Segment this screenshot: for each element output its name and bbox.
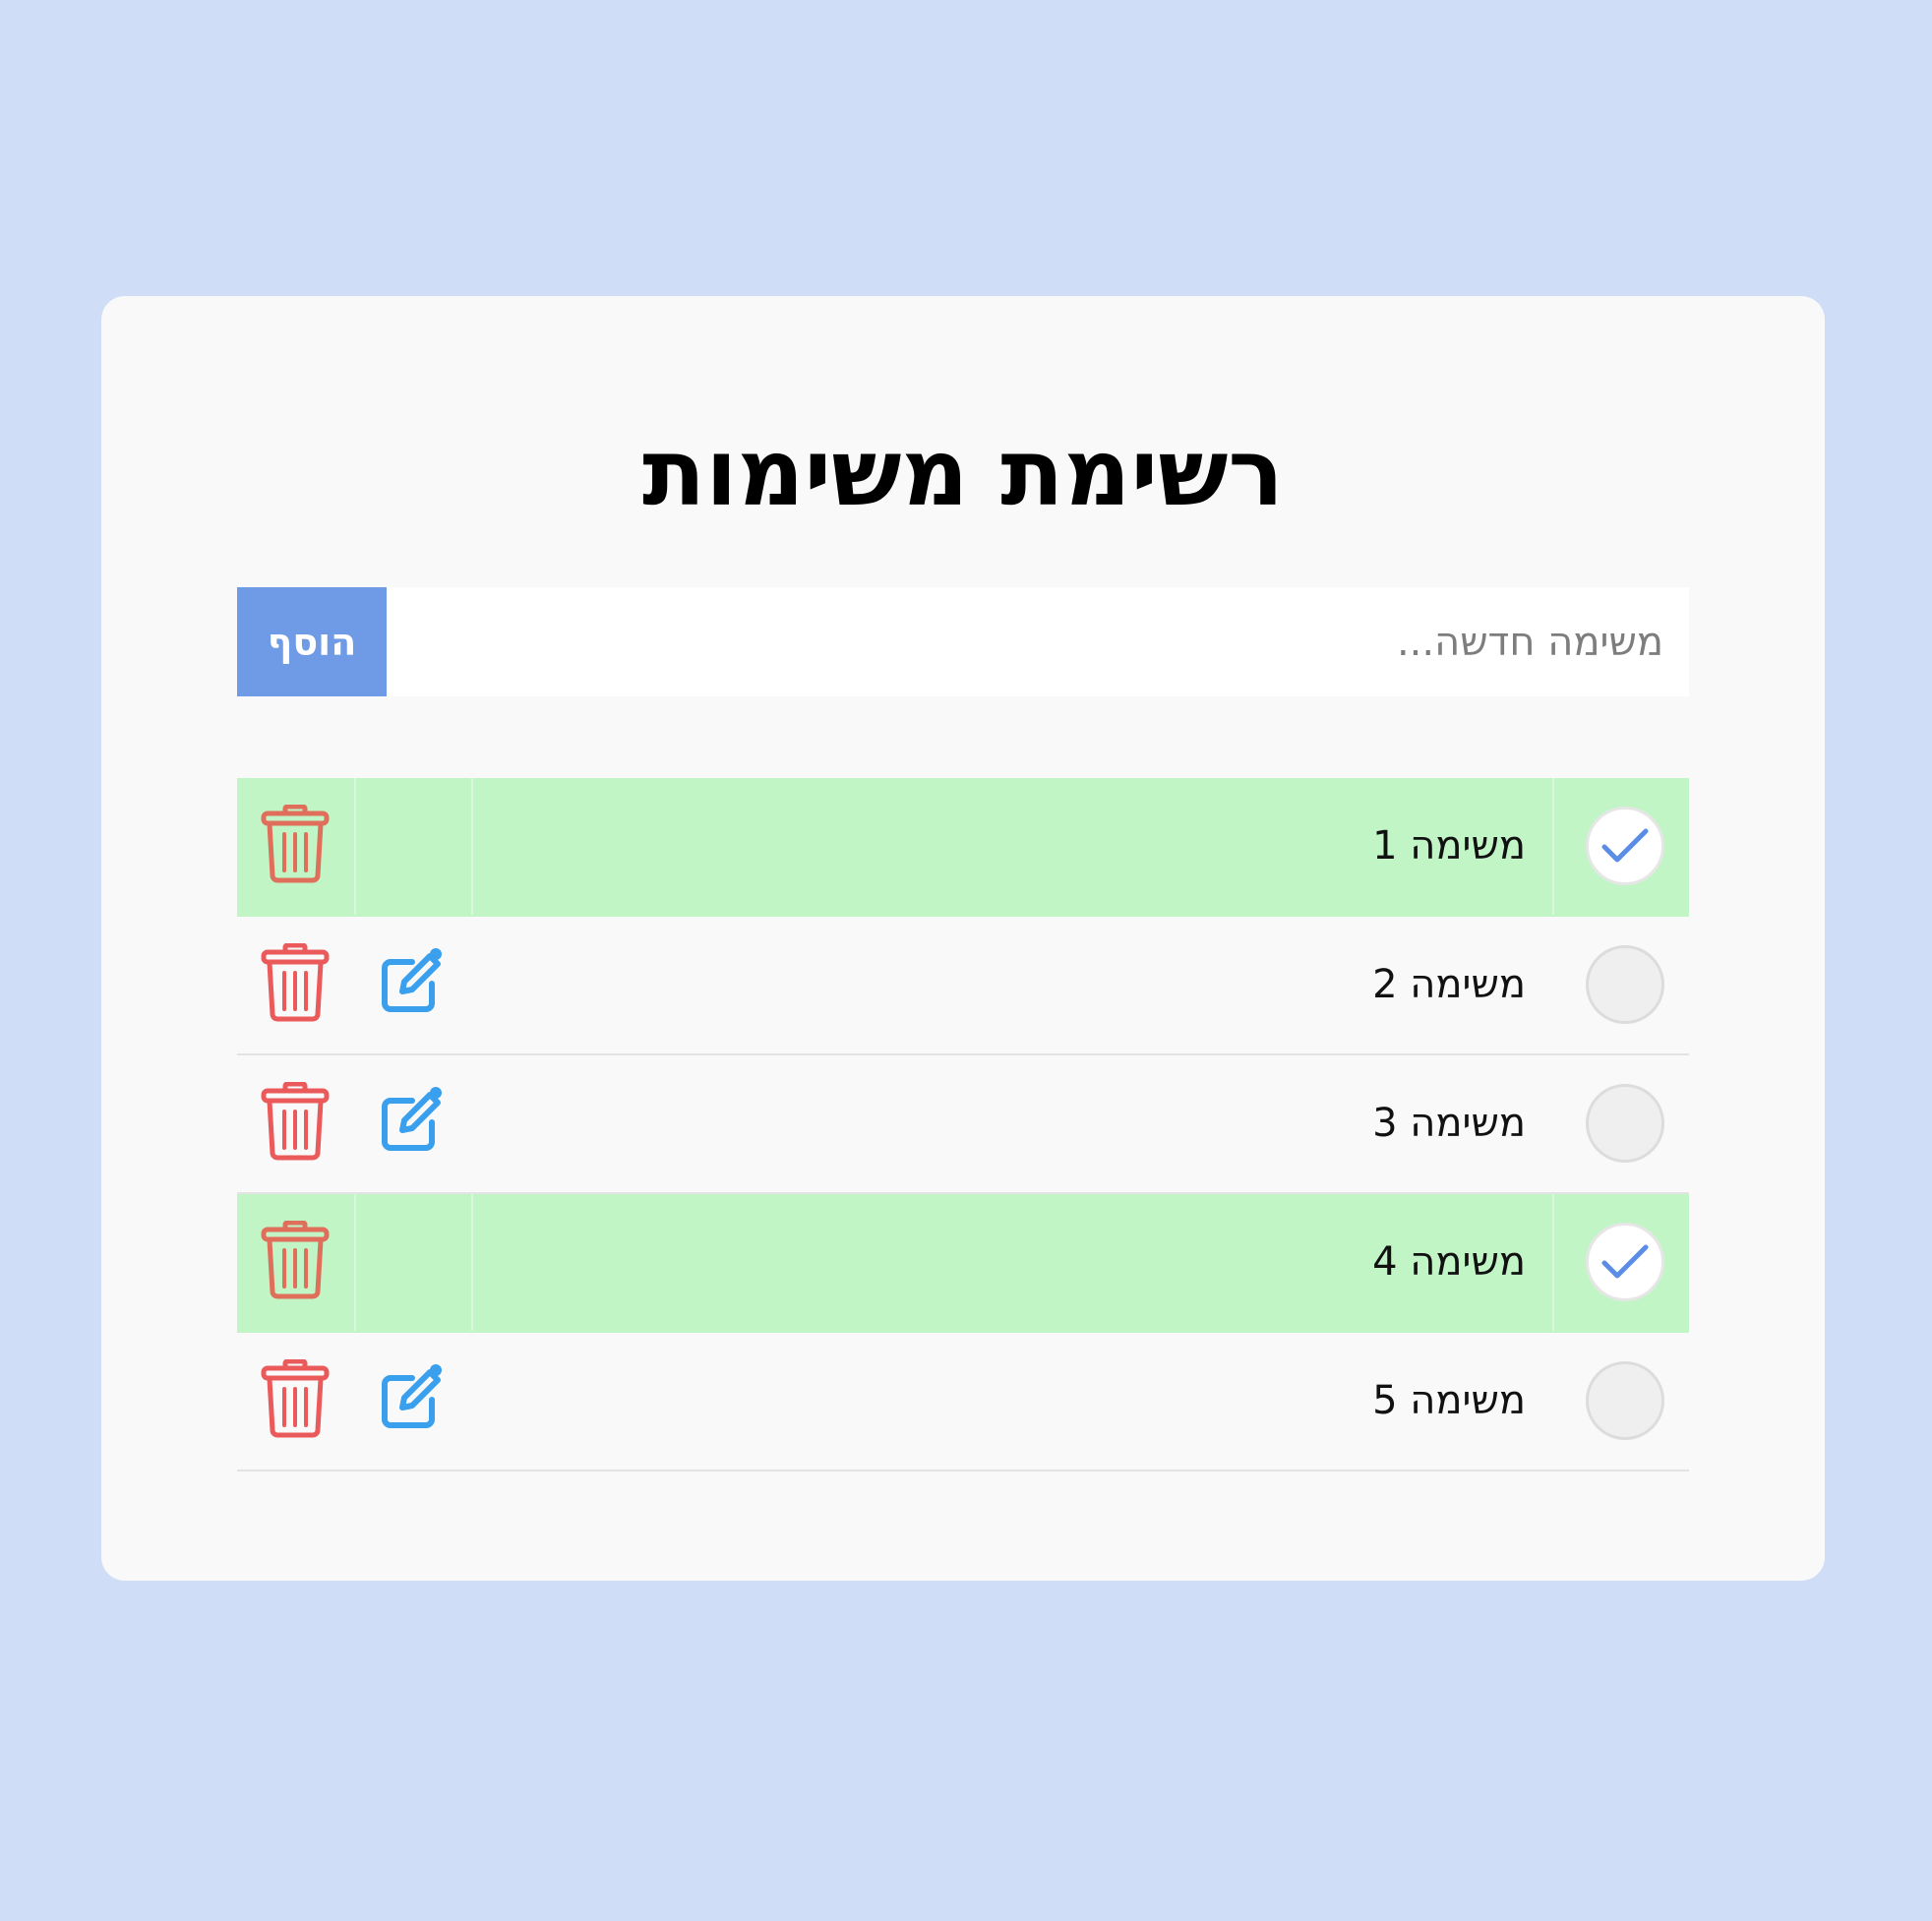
task-label: משימה 2 bbox=[1372, 962, 1526, 1007]
page-title: רשימת משימות bbox=[642, 420, 1284, 527]
task-toggle[interactable] bbox=[1586, 1361, 1664, 1440]
new-task-input[interactable] bbox=[387, 587, 1689, 696]
task-row: משימה 3 bbox=[237, 1055, 1689, 1194]
task-toggle[interactable] bbox=[1586, 1223, 1664, 1301]
trash-icon[interactable] bbox=[261, 1082, 330, 1161]
add-task-button[interactable]: הוסף bbox=[237, 587, 387, 696]
row-divider bbox=[1552, 1194, 1554, 1331]
todo-card: רשימת משימות הוסף משימה 1 bbox=[101, 296, 1825, 1581]
task-toggle[interactable] bbox=[1586, 807, 1664, 885]
task-label: משימה 5 bbox=[1372, 1378, 1526, 1423]
task-list: משימה 1 משימה 2 משימה 3 משימה 4 משימה 5 bbox=[237, 778, 1689, 1471]
task-label: משימה 3 bbox=[1372, 1101, 1526, 1146]
task-row: משימה 1 bbox=[237, 778, 1689, 917]
task-toggle[interactable] bbox=[1586, 1084, 1664, 1163]
task-toggle[interactable] bbox=[1586, 945, 1664, 1024]
trash-icon[interactable] bbox=[261, 943, 330, 1022]
edit-icon[interactable] bbox=[377, 1085, 448, 1156]
task-row: משימה 4 bbox=[237, 1194, 1689, 1333]
trash-icon[interactable] bbox=[261, 805, 330, 883]
edit-icon[interactable] bbox=[377, 1362, 448, 1433]
check-icon bbox=[1601, 1244, 1649, 1279]
edit-icon[interactable] bbox=[377, 946, 448, 1017]
trash-icon[interactable] bbox=[261, 1359, 330, 1438]
task-row: משימה 5 bbox=[237, 1333, 1689, 1471]
row-divider bbox=[1552, 778, 1554, 915]
add-task-form: הוסף bbox=[237, 587, 1689, 696]
trash-icon[interactable] bbox=[261, 1221, 330, 1299]
task-label: משימה 1 bbox=[1372, 823, 1526, 869]
task-row: משימה 2 bbox=[237, 917, 1689, 1055]
check-icon bbox=[1601, 828, 1649, 863]
task-label: משימה 4 bbox=[1372, 1239, 1526, 1285]
